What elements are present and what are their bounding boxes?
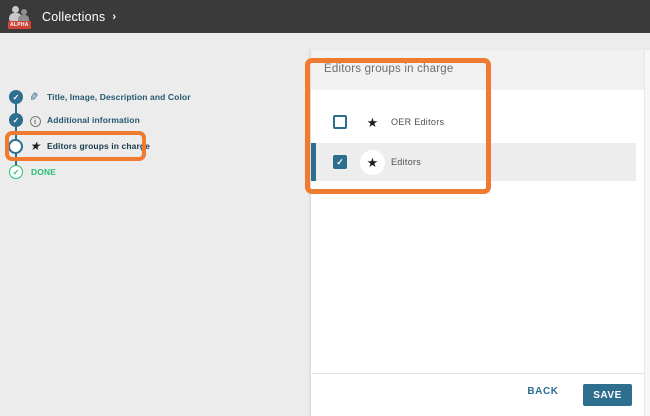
back-button[interactable]: BACK	[523, 386, 563, 397]
step-completed-icon: ✓	[9, 90, 23, 104]
people-icon	[12, 6, 19, 13]
group-row-editors[interactable]: ✓ ★ Editors	[311, 143, 636, 181]
star-icon: ★	[28, 137, 42, 155]
step-label: Additional information	[47, 115, 140, 125]
panel-scrollbar[interactable]	[644, 50, 650, 416]
group-label: OER Editors	[391, 117, 444, 127]
group-label: Editors	[391, 157, 421, 167]
people-icon	[21, 9, 27, 15]
step-label: Editors groups in charge	[47, 141, 150, 151]
step-active-icon	[8, 139, 23, 154]
save-button[interactable]: SAVE	[583, 384, 632, 406]
stepper-connector-line	[15, 97, 17, 172]
panel-header: Editors groups in charge	[311, 50, 645, 90]
step-label: DONE	[31, 167, 56, 177]
panel-title: Editors groups in charge	[311, 50, 645, 75]
editors-checkbox[interactable]: ✓	[333, 155, 347, 169]
group-star-icon: ★	[360, 150, 385, 175]
top-bar: ALPHA Collections ›	[0, 0, 650, 33]
editors-groups-panel: Editors groups in charge ★ OER Editors ✓…	[310, 50, 650, 416]
footer-divider	[311, 373, 650, 374]
info-icon: i	[28, 111, 42, 129]
app-logo-icon[interactable]: ALPHA	[8, 5, 30, 29]
oer-editors-checkbox[interactable]	[333, 115, 347, 129]
alpha-badge: ALPHA	[8, 21, 31, 29]
wizard-stepper: ✓ ✎ Title, Image, Description and Color …	[0, 0, 300, 220]
group-star-icon: ★	[360, 110, 385, 135]
step-completed-icon: ✓	[9, 113, 23, 127]
chevron-right-icon: ›	[112, 11, 116, 23]
step-label: Title, Image, Description and Color	[47, 92, 191, 102]
group-row-oer-editors[interactable]: ★ OER Editors	[311, 103, 636, 141]
pencil-icon: ✎	[28, 88, 42, 106]
breadcrumb-collections[interactable]: Collections	[42, 10, 105, 24]
check-circle-icon: ✓	[9, 165, 23, 179]
